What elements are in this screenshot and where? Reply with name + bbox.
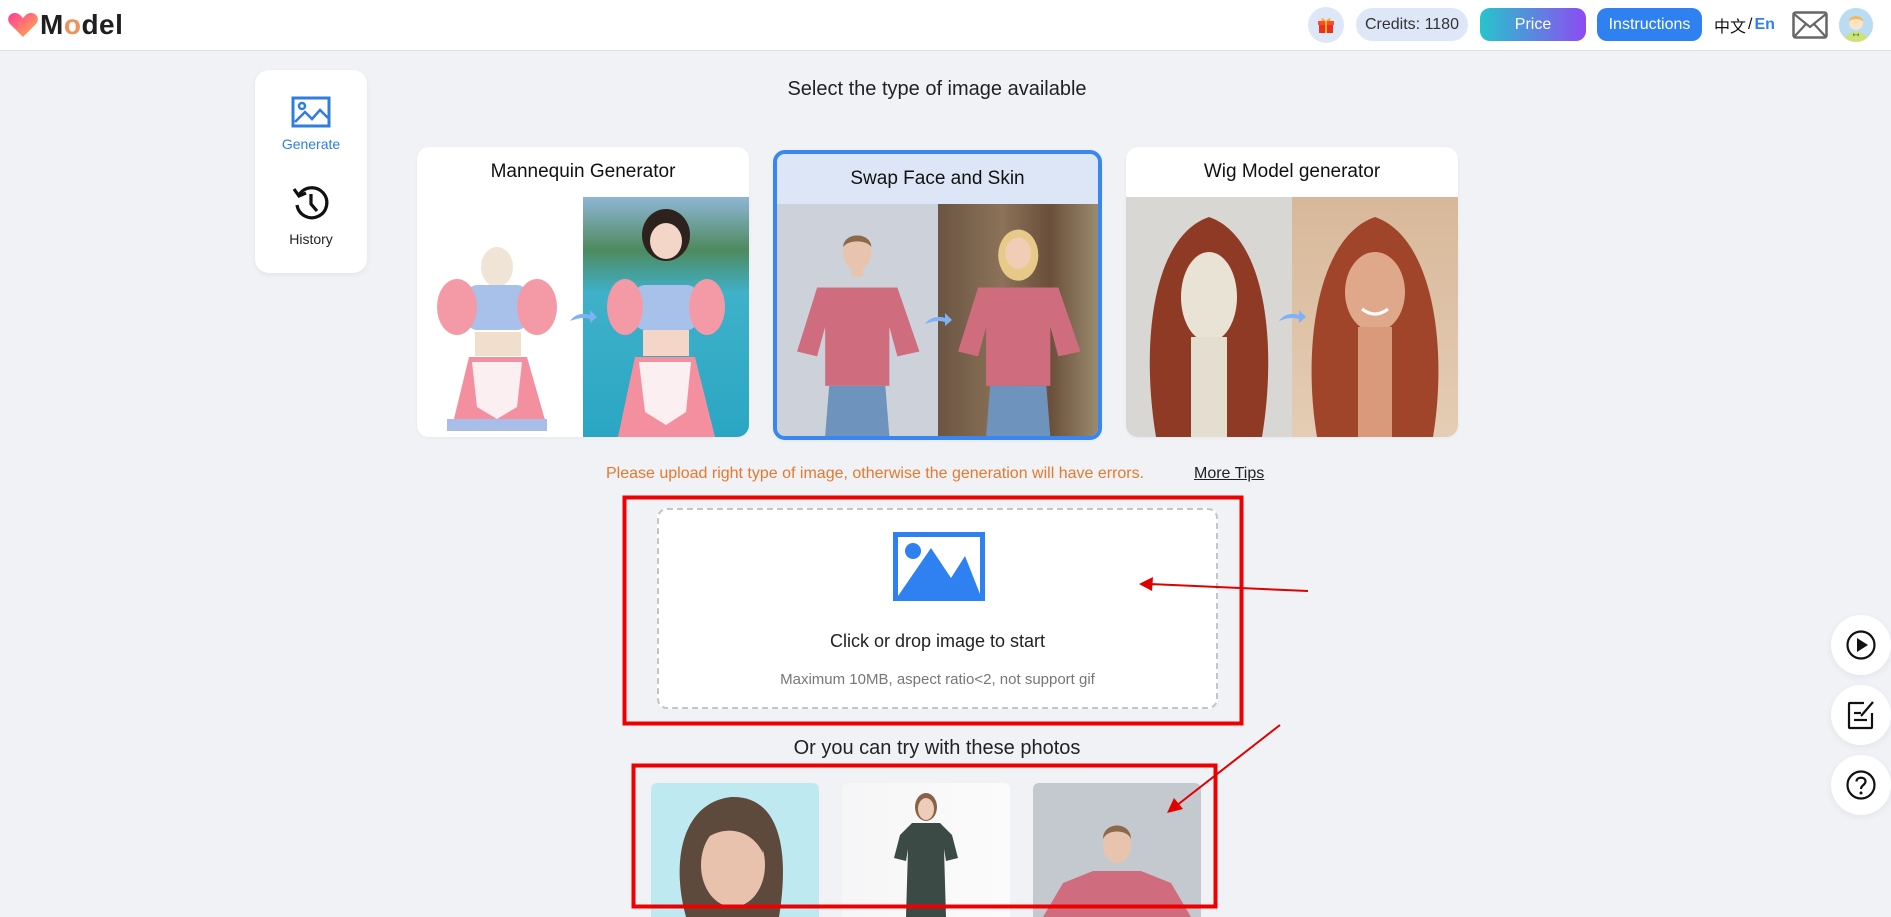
transform-arrow-icon xyxy=(570,310,597,323)
transform-arrow-icon xyxy=(1279,310,1306,323)
type-card-wig-model[interactable]: Wig Model generator xyxy=(1126,147,1458,437)
sample-image xyxy=(894,793,958,917)
sidebar-item-label: Generate xyxy=(281,136,341,152)
top-header: Model Credits: 1180 Price Instructions 中… xyxy=(0,0,1891,51)
before-image xyxy=(777,204,938,436)
history-icon xyxy=(292,186,329,220)
card-preview xyxy=(417,197,749,437)
type-card-swap-face[interactable]: Swap Face and Skin xyxy=(773,150,1102,440)
lang-zh-link[interactable]: 中文 xyxy=(1714,13,1746,37)
transform-arrow-icon xyxy=(924,313,952,326)
sample-photo-1[interactable] xyxy=(651,783,819,917)
feedback-button[interactable] xyxy=(1831,685,1891,745)
sample-image xyxy=(679,796,783,917)
image-placeholder-icon xyxy=(893,532,985,601)
feedback-icon xyxy=(1847,701,1874,730)
upload-requirements: Maximum 10MB, aspect ratio<2, not suppor… xyxy=(780,671,1095,688)
before-image xyxy=(417,197,583,437)
user-avatar[interactable] xyxy=(1839,8,1873,42)
gift-button[interactable] xyxy=(1308,7,1344,43)
mail-icon[interactable] xyxy=(1792,11,1828,39)
section-title: Select the type of image available xyxy=(787,78,1087,100)
upload-warning-text: Please upload right type of image, other… xyxy=(606,465,1145,482)
sidebar-item-label: History xyxy=(289,231,333,247)
credits-badge: Credits: 1180 xyxy=(1356,8,1468,41)
lang-en-link[interactable]: En xyxy=(1754,16,1774,34)
lang-separator: / xyxy=(1748,16,1753,33)
card-title: Swap Face and Skin xyxy=(777,154,1098,204)
card-title: Mannequin Generator xyxy=(490,161,676,182)
avatar-icon xyxy=(1839,8,1873,42)
after-image xyxy=(583,197,749,437)
help-icon xyxy=(1846,770,1876,800)
price-button[interactable]: Price xyxy=(1480,8,1586,41)
type-card-mannequin[interactable]: Mannequin Generator xyxy=(417,147,749,437)
sample-photo-3[interactable] xyxy=(1033,783,1201,917)
sample-photo-2[interactable] xyxy=(842,783,1010,917)
heart-logo-icon xyxy=(8,13,38,37)
sample-image xyxy=(1043,825,1191,917)
tutorial-video-button[interactable] xyxy=(1831,615,1891,675)
card-preview xyxy=(777,204,1098,436)
image-upload-dropzone[interactable]: Click or drop image to start Maximum 10M… xyxy=(657,508,1218,709)
logo-text: Model xyxy=(40,9,124,40)
more-tips-link[interactable]: More Tips xyxy=(1194,465,1264,483)
play-icon xyxy=(1846,630,1876,660)
gift-icon xyxy=(1318,18,1334,33)
help-button[interactable] xyxy=(1831,755,1891,815)
card-preview xyxy=(1126,197,1458,437)
samples-title: Or you can try with these photos xyxy=(793,737,1081,759)
after-image xyxy=(937,204,1098,436)
upload-title: Click or drop image to start xyxy=(829,631,1046,651)
language-switch: 中文 / En xyxy=(1714,13,1775,37)
sidebar-item-history[interactable]: History xyxy=(255,183,367,247)
before-image xyxy=(1126,197,1292,437)
logo[interactable]: Model xyxy=(7,9,123,41)
instructions-button[interactable]: Instructions xyxy=(1597,8,1702,41)
sidebar-item-generate[interactable]: Generate xyxy=(255,96,367,152)
after-image xyxy=(1292,197,1458,437)
card-title: Wig Model generator xyxy=(1203,161,1381,182)
